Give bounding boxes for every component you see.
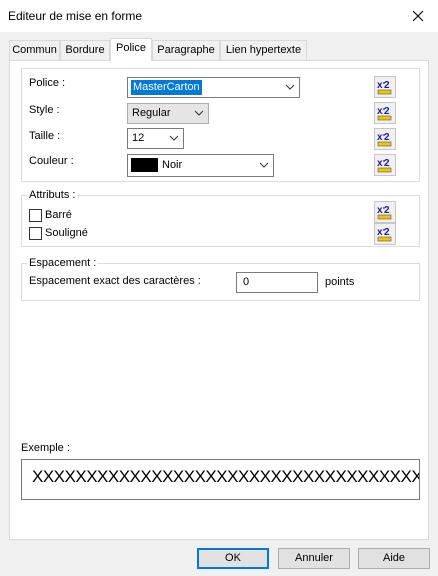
svg-text:2: 2 (384, 205, 390, 216)
svg-text:2: 2 (384, 158, 390, 169)
x2-format-button[interactable]: x 2 (374, 223, 396, 245)
svg-text:x: x (377, 132, 383, 143)
spacing-unit: points (325, 276, 355, 288)
svg-text:x: x (377, 106, 383, 117)
attributes-group: Attributs : Barré Souligné x 2 x 2 (21, 189, 420, 247)
font-value: MasterCarton (131, 80, 202, 95)
tab-bordure[interactable]: Bordure (60, 40, 110, 60)
tab-label: Bordure (65, 44, 105, 56)
spacing-group-label: Espacement : (27, 257, 99, 269)
ok-button[interactable]: OK (197, 548, 269, 569)
size-value: 12 (132, 132, 145, 144)
spacing-input[interactable]: 0 (236, 272, 318, 293)
title-bar: Editeur de mise en forme (0, 0, 438, 32)
chevron-down-icon (259, 162, 269, 168)
spacing-group: Espacement : Espacement exact des caract… (21, 257, 420, 301)
underline-label: Souligné (45, 227, 88, 239)
x2-format-button[interactable]: x 2 (374, 201, 396, 223)
tab-label: Paragraphe (157, 44, 215, 56)
svg-text:x: x (377, 80, 383, 91)
window-title: Editeur de mise en forme (8, 9, 143, 23)
size-label: Taille : (29, 130, 61, 142)
color-swatch (131, 158, 158, 172)
svg-text:x: x (377, 205, 383, 216)
color-select[interactable]: Noir (127, 154, 274, 177)
cancel-label: Annuler (295, 552, 333, 564)
svg-text:x: x (377, 158, 383, 169)
color-value: Noir (162, 159, 183, 171)
help-label: Aide (382, 552, 406, 564)
x2-format-button[interactable]: x 2 (374, 154, 396, 176)
size-select[interactable]: 12 (127, 128, 184, 149)
font-label: Police : (29, 77, 66, 89)
tab-lien-hypertexte[interactable]: Lien hypertexte (220, 40, 307, 60)
svg-text:2: 2 (384, 227, 390, 238)
ok-label: OK (225, 552, 241, 564)
style-label: Style : (29, 104, 60, 116)
color-label: Couleur : (29, 155, 74, 167)
example-label: Exemple : (21, 442, 70, 454)
attributes-group-label: Attributs : (27, 189, 78, 201)
svg-text:2: 2 (384, 106, 390, 117)
cancel-button[interactable]: Annuler (278, 548, 350, 569)
font-group: Police : MasterCarton x 2 Style : Regula… (21, 68, 420, 182)
chevron-down-icon (169, 135, 179, 141)
x2-format-icon: x 2 (377, 106, 392, 121)
svg-text:2: 2 (384, 132, 390, 143)
close-icon (412, 10, 424, 22)
close-button[interactable] (398, 0, 438, 32)
example-preview: XXXXXXXXXXXXXXXXXXXXXXXXXXXXXXXXXXXXXXXX… (21, 459, 420, 500)
tab-label: Police (116, 42, 146, 54)
x2-format-button[interactable]: x 2 (374, 102, 396, 124)
tab-commun[interactable]: Commun (9, 40, 60, 60)
tab-panel-police: Police : MasterCarton x 2 Style : Regula… (9, 60, 429, 540)
tab-police[interactable]: Police (110, 38, 152, 61)
spacing-exact-label: Espacement exact des caractères : (29, 275, 201, 287)
style-value: Regular (132, 107, 171, 119)
example-preview-text: XXXXXXXXXXXXXXXXXXXXXXXXXXXXXXXXXXXXXXXX… (32, 467, 420, 486)
x2-format-icon: x 2 (377, 132, 392, 147)
x2-format-button[interactable]: x 2 (374, 76, 396, 98)
tab-label: Lien hypertexte (225, 44, 302, 56)
tab-paragraphe[interactable]: Paragraphe (152, 40, 220, 60)
help-button[interactable]: Aide (358, 548, 430, 569)
svg-text:x: x (377, 227, 383, 238)
strikethrough-label: Barré (45, 209, 72, 221)
x2-format-icon: x 2 (377, 158, 392, 173)
chevron-down-icon (285, 84, 295, 90)
x2-format-icon: x 2 (377, 205, 392, 220)
x2-format-icon: x 2 (377, 227, 392, 242)
tab-label: Commun (12, 44, 57, 56)
style-select[interactable]: Regular (127, 103, 209, 124)
x2-format-button[interactable]: x 2 (374, 128, 396, 150)
x2-format-icon: x 2 (377, 80, 392, 95)
strikethrough-checkbox[interactable] (29, 209, 42, 222)
underline-checkbox[interactable] (29, 227, 42, 240)
font-select[interactable]: MasterCarton (127, 77, 300, 98)
svg-text:2: 2 (384, 80, 390, 91)
chevron-down-icon (194, 110, 204, 116)
spacing-value: 0 (243, 276, 250, 288)
